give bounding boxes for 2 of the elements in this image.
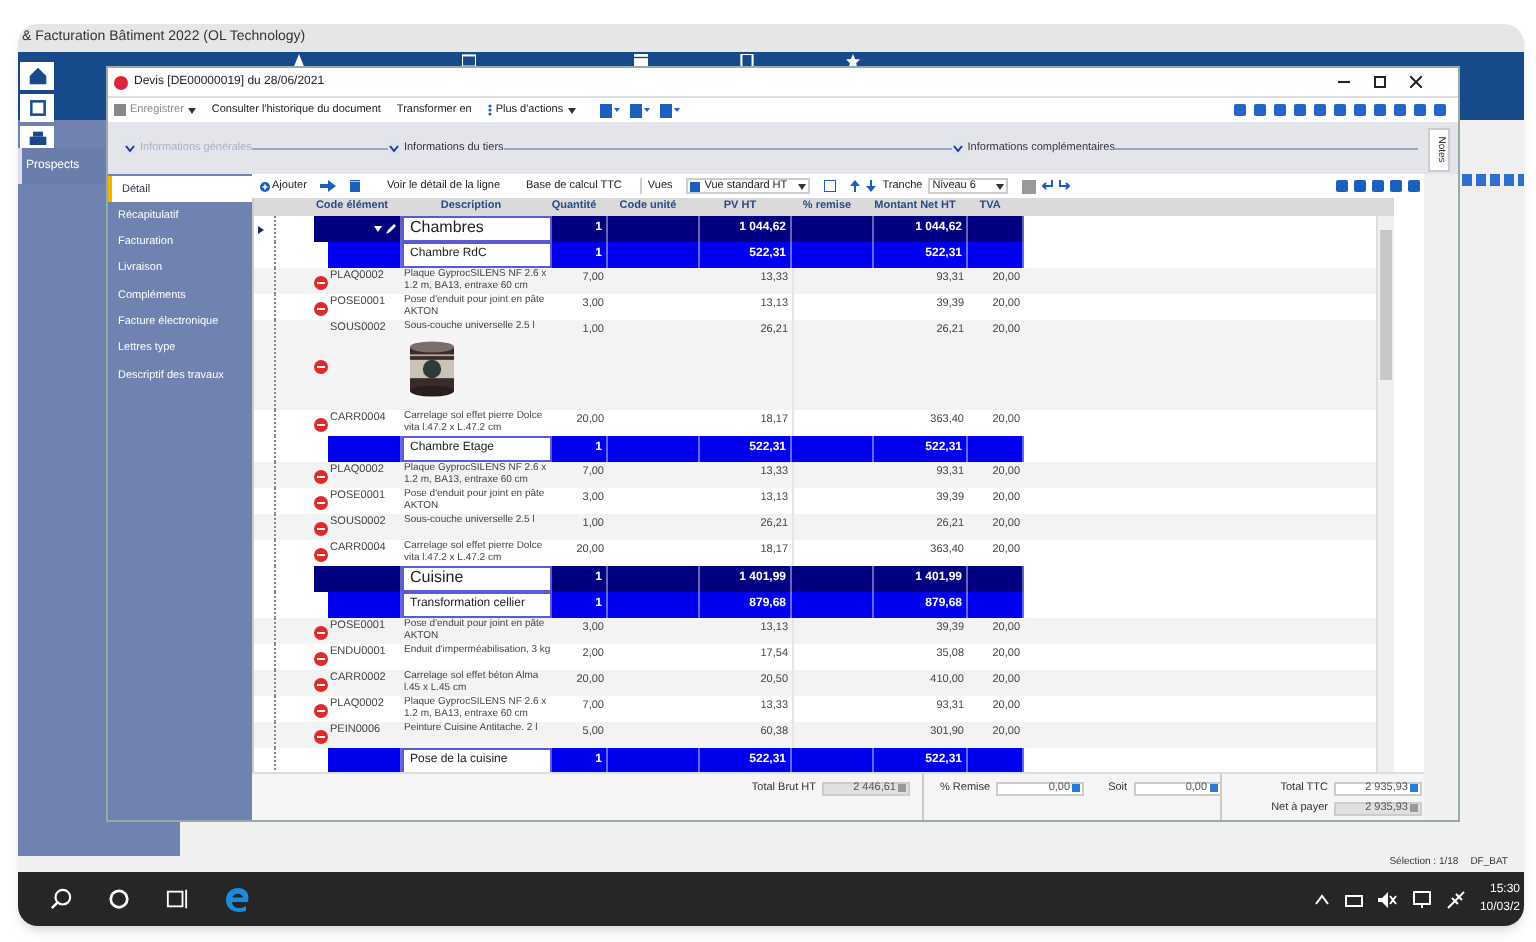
group-title[interactable]: Chambres (402, 216, 552, 242)
group-title[interactable]: Cuisine (402, 566, 552, 592)
